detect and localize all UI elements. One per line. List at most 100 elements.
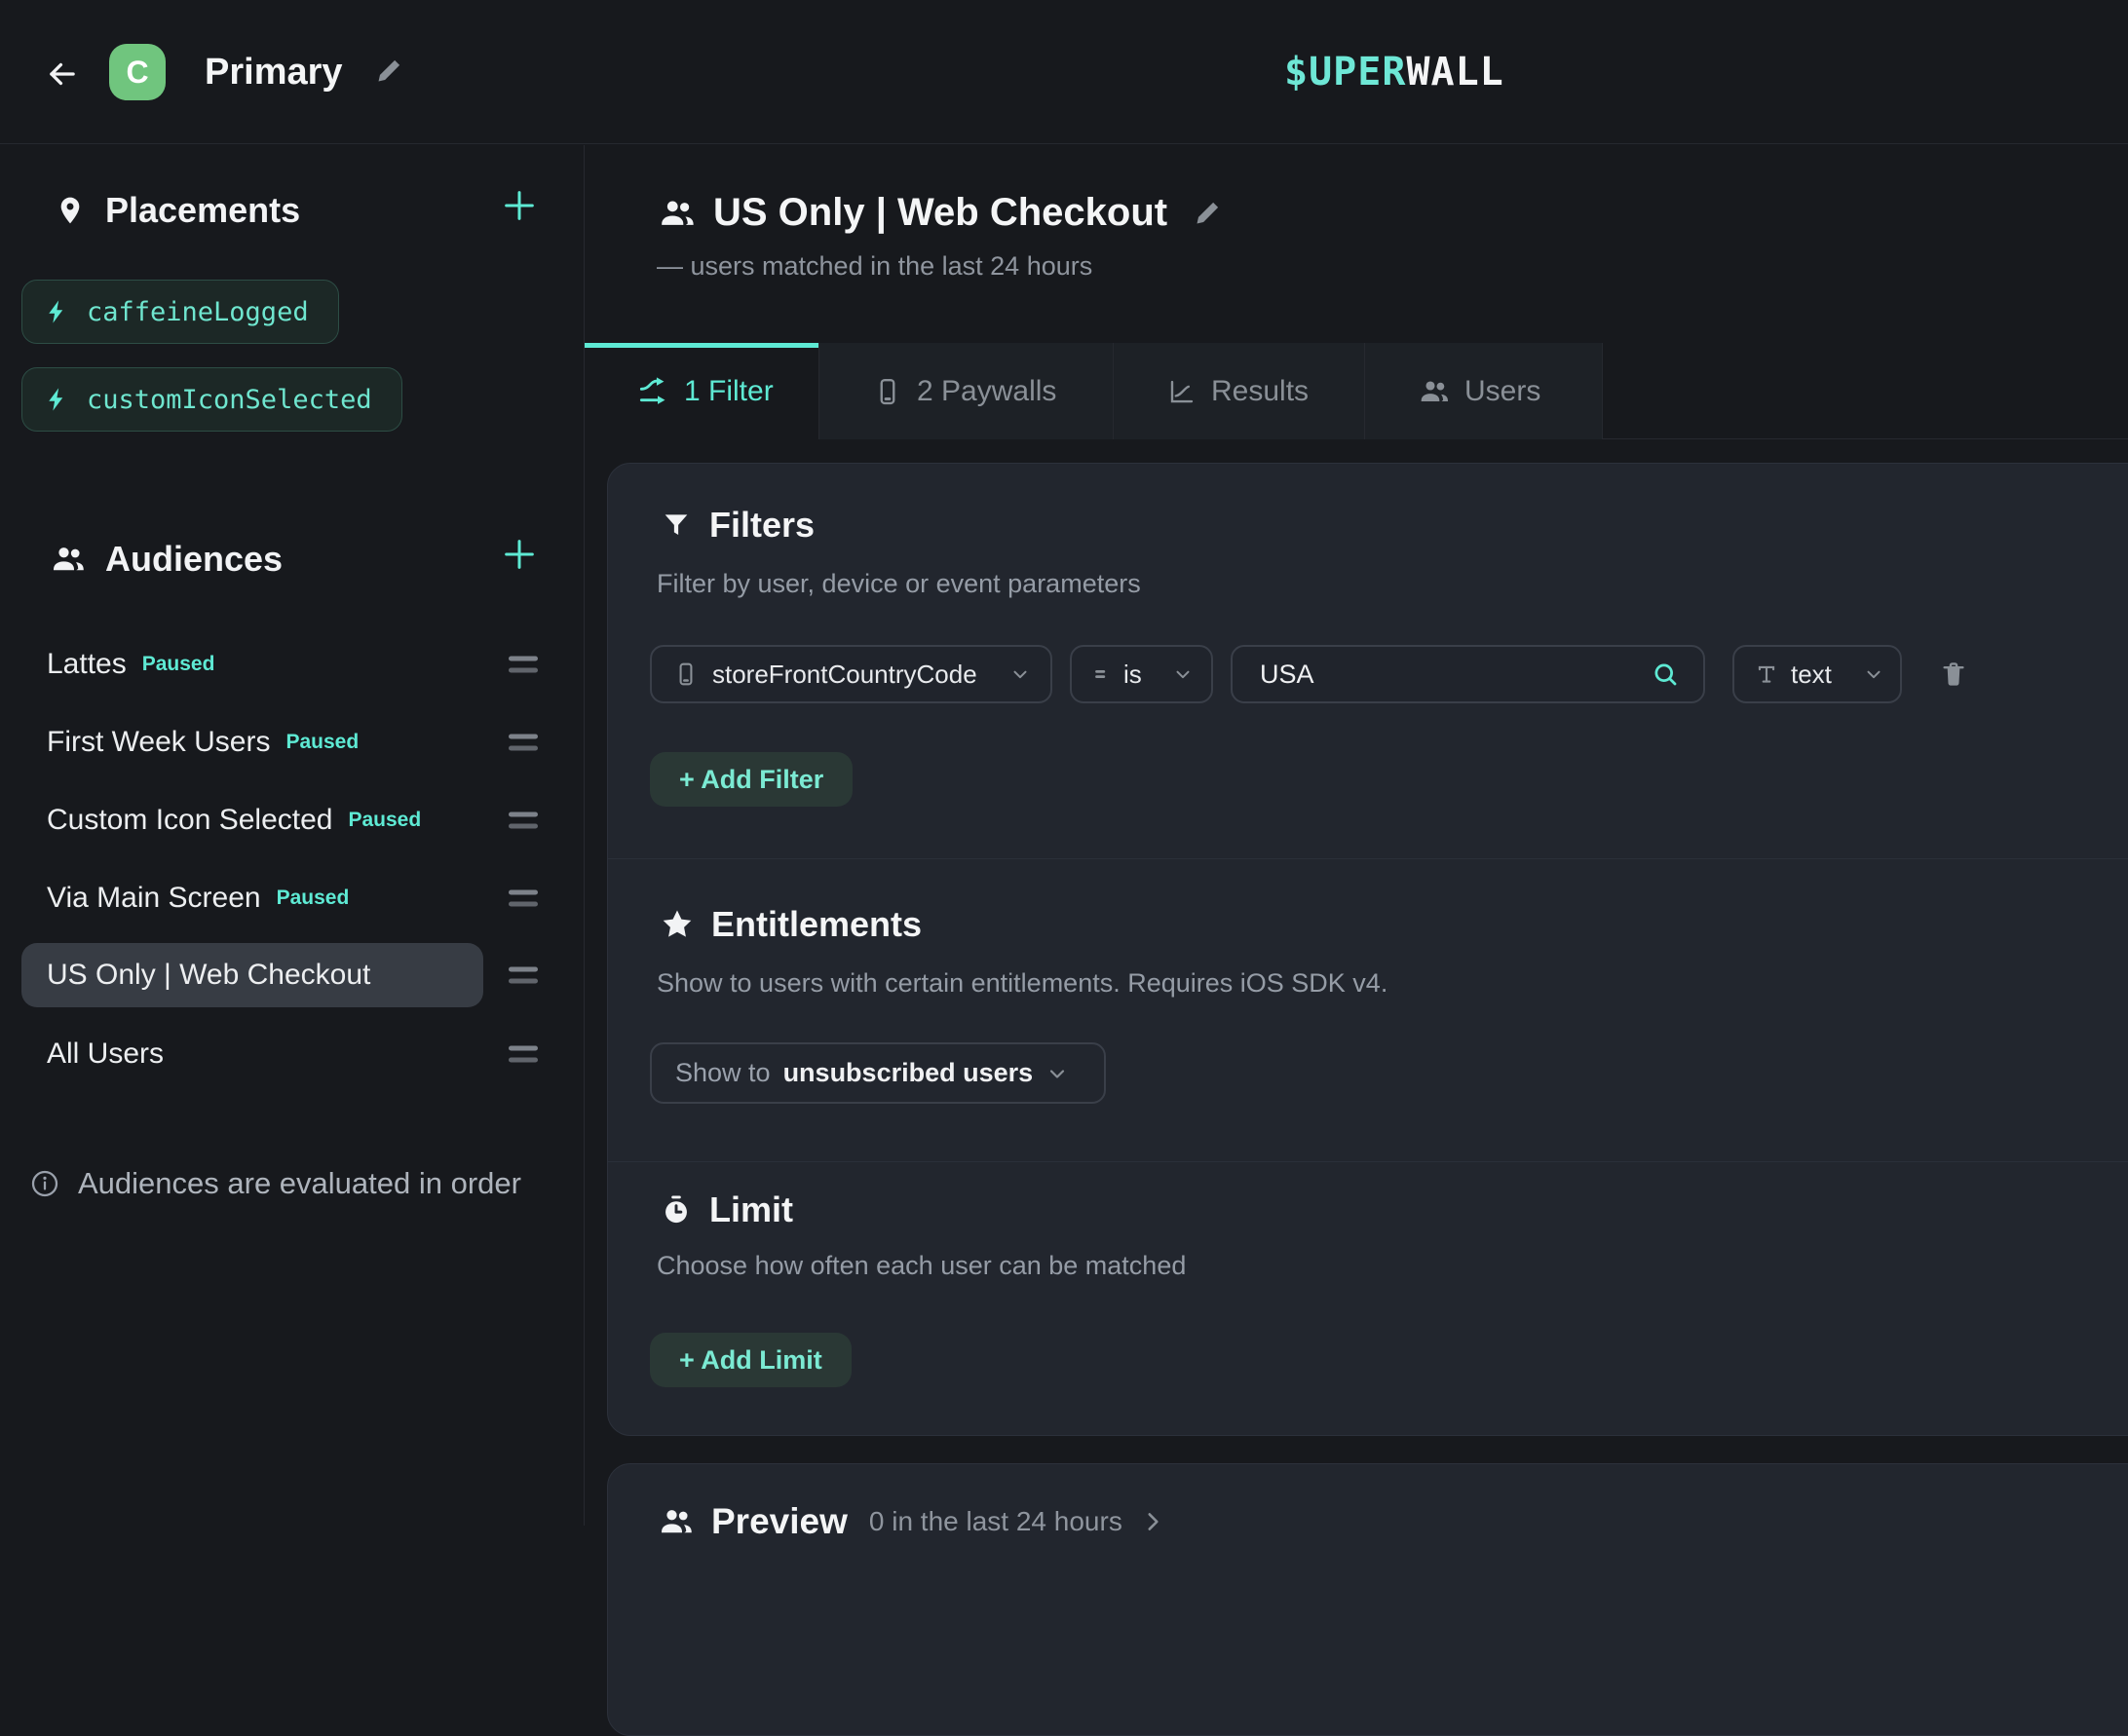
paused-badge: Paused bbox=[285, 731, 359, 754]
add-audience-button[interactable] bbox=[498, 533, 541, 576]
tab-label: Users bbox=[1464, 375, 1540, 408]
chevron-down-icon bbox=[1009, 663, 1031, 685]
logo-suffix: WALL bbox=[1406, 50, 1503, 94]
tab-paywalls[interactable]: 2 Paywalls bbox=[819, 343, 1114, 439]
limit-title: Limit bbox=[709, 1189, 793, 1230]
placement-pill-label: caffeineLogged bbox=[87, 297, 309, 327]
equals-icon bbox=[1091, 663, 1113, 685]
show-to-value: unsubscribed users bbox=[783, 1058, 1034, 1088]
bolt-icon bbox=[44, 298, 71, 325]
bolt-icon bbox=[44, 386, 71, 413]
users-icon bbox=[51, 542, 86, 577]
limit-heading: Limit bbox=[661, 1189, 793, 1230]
chevron-right-icon[interactable] bbox=[1140, 1509, 1165, 1534]
audience-label: Lattes bbox=[47, 648, 127, 681]
placement-pill-label: customIconSelected bbox=[87, 385, 372, 415]
placements-title: Placements bbox=[105, 190, 300, 231]
footer-note-text: Audiences are evaluated in order bbox=[78, 1166, 521, 1201]
entitlements-title: Entitlements bbox=[711, 904, 922, 945]
entitlements-heading: Entitlements bbox=[661, 904, 922, 945]
users-icon bbox=[1419, 376, 1450, 407]
audience-item-us-only-web-checkout[interactable]: US Only | Web Checkout bbox=[21, 943, 538, 1007]
tab-label: 2 Paywalls bbox=[917, 375, 1056, 408]
audience-item-all-users[interactable]: All Users bbox=[21, 1022, 538, 1086]
filter-value-field bbox=[1231, 645, 1705, 703]
stopwatch-icon bbox=[661, 1194, 692, 1226]
add-limit-button[interactable]: + Add Limit bbox=[650, 1333, 852, 1387]
audience-subtitle: — users matched in the last 24 hours bbox=[657, 251, 1092, 282]
search-icon[interactable] bbox=[1651, 660, 1680, 689]
placements-header: Placements bbox=[55, 190, 300, 231]
logo-prefix: $UPER bbox=[1284, 50, 1406, 94]
star-icon bbox=[661, 908, 694, 941]
edit-audience-pencil-icon[interactable] bbox=[1193, 199, 1222, 228]
filter-parameter-dropdown[interactable]: storeFrontCountryCode bbox=[650, 645, 1052, 703]
superwall-audience-editor: { "colors": { "accent": "#5eead4", "avat… bbox=[0, 0, 2128, 1526]
audiences-footer-note: Audiences are evaluated in order bbox=[29, 1166, 521, 1201]
drag-handle[interactable] bbox=[509, 967, 538, 984]
add-filter-button[interactable]: + Add Filter bbox=[650, 752, 853, 807]
chevron-down-icon bbox=[1863, 663, 1884, 685]
drag-handle[interactable] bbox=[509, 735, 538, 751]
drag-handle[interactable] bbox=[509, 657, 538, 673]
chevron-down-icon bbox=[1045, 1062, 1069, 1085]
add-placement-button[interactable] bbox=[498, 184, 541, 227]
entitlements-show-to-dropdown[interactable]: Show to unsubscribed users bbox=[650, 1042, 1106, 1104]
tab-users[interactable]: Users bbox=[1365, 343, 1603, 439]
tab-label: Results bbox=[1211, 375, 1309, 408]
filter-type-dropdown[interactable]: text bbox=[1732, 645, 1902, 703]
placement-pill-customIconSelected[interactable]: customIconSelected bbox=[21, 367, 402, 432]
audience-page-title: US Only | Web Checkout bbox=[713, 191, 1167, 235]
delete-filter-trash-icon[interactable] bbox=[1939, 660, 1968, 689]
preview-title: Preview bbox=[711, 1501, 848, 1542]
placement-pill-caffeineLogged[interactable]: caffeineLogged bbox=[21, 280, 339, 344]
section-divider bbox=[608, 1161, 2128, 1162]
tab-filter[interactable]: 1 Filter bbox=[585, 343, 819, 439]
text-type-icon bbox=[1754, 661, 1779, 687]
drag-handle[interactable] bbox=[509, 890, 538, 907]
preview-row[interactable]: Preview 0 in the last 24 hours bbox=[659, 1501, 1165, 1542]
info-icon bbox=[29, 1168, 60, 1199]
project-avatar: C bbox=[109, 44, 166, 100]
edit-project-pencil-icon[interactable] bbox=[374, 57, 403, 86]
line-chart-icon bbox=[1167, 377, 1197, 406]
map-pin-icon bbox=[55, 195, 86, 226]
add-filter-label: + Add Filter bbox=[679, 765, 823, 795]
entitlements-subtitle: Show to users with certain entitlements.… bbox=[657, 968, 1387, 999]
tab-label: 1 Filter bbox=[684, 375, 774, 408]
audience-item-via-main-screen[interactable]: Via Main Screen Paused bbox=[21, 866, 538, 930]
add-limit-label: + Add Limit bbox=[679, 1345, 822, 1376]
tab-results[interactable]: Results bbox=[1114, 343, 1365, 439]
split-arrows-icon bbox=[638, 376, 669, 407]
filter-operator-dropdown[interactable]: is bbox=[1070, 645, 1213, 703]
filter-operator-value: is bbox=[1123, 660, 1161, 690]
avatar-letter: C bbox=[126, 55, 148, 91]
back-button[interactable] bbox=[39, 51, 86, 97]
audience-label: All Users bbox=[47, 1038, 164, 1071]
audience-label: Via Main Screen bbox=[47, 882, 261, 915]
sidebar: Placements caffeineLogged customIconSele… bbox=[0, 145, 585, 1526]
audience-title-row: US Only | Web Checkout bbox=[659, 191, 1222, 235]
audiences-title: Audiences bbox=[105, 539, 283, 580]
paused-badge: Paused bbox=[142, 653, 215, 676]
audience-item-custom-icon-selected[interactable]: Custom Icon Selected Paused bbox=[21, 788, 538, 852]
filter-type-value: text bbox=[1791, 660, 1851, 690]
project-title: Primary bbox=[205, 47, 343, 97]
paused-badge: Paused bbox=[277, 887, 350, 910]
arrow-left-icon bbox=[44, 56, 81, 93]
drag-handle[interactable] bbox=[509, 1046, 538, 1063]
audience-item-lattes[interactable]: Lattes Paused bbox=[21, 632, 538, 697]
filter-row: storeFrontCountryCode is text bbox=[650, 645, 1968, 703]
audience-label: US Only | Web Checkout bbox=[47, 959, 370, 992]
funnel-icon bbox=[661, 509, 692, 541]
filter-settings-card: Filters Filter by user, device or event … bbox=[607, 463, 2128, 1436]
preview-card: Preview 0 in the last 24 hours bbox=[607, 1463, 2128, 1736]
preview-count: 0 in the last 24 hours bbox=[869, 1506, 1122, 1537]
drag-handle[interactable] bbox=[509, 812, 538, 829]
smartphone-icon bbox=[873, 377, 902, 406]
audience-item-first-week-users[interactable]: First Week Users Paused bbox=[21, 710, 538, 774]
filter-value-input[interactable] bbox=[1236, 647, 1651, 701]
limit-subtitle: Choose how often each user can be matche… bbox=[657, 1251, 1186, 1281]
chevron-down-icon bbox=[1172, 663, 1194, 685]
section-divider bbox=[608, 858, 2128, 859]
